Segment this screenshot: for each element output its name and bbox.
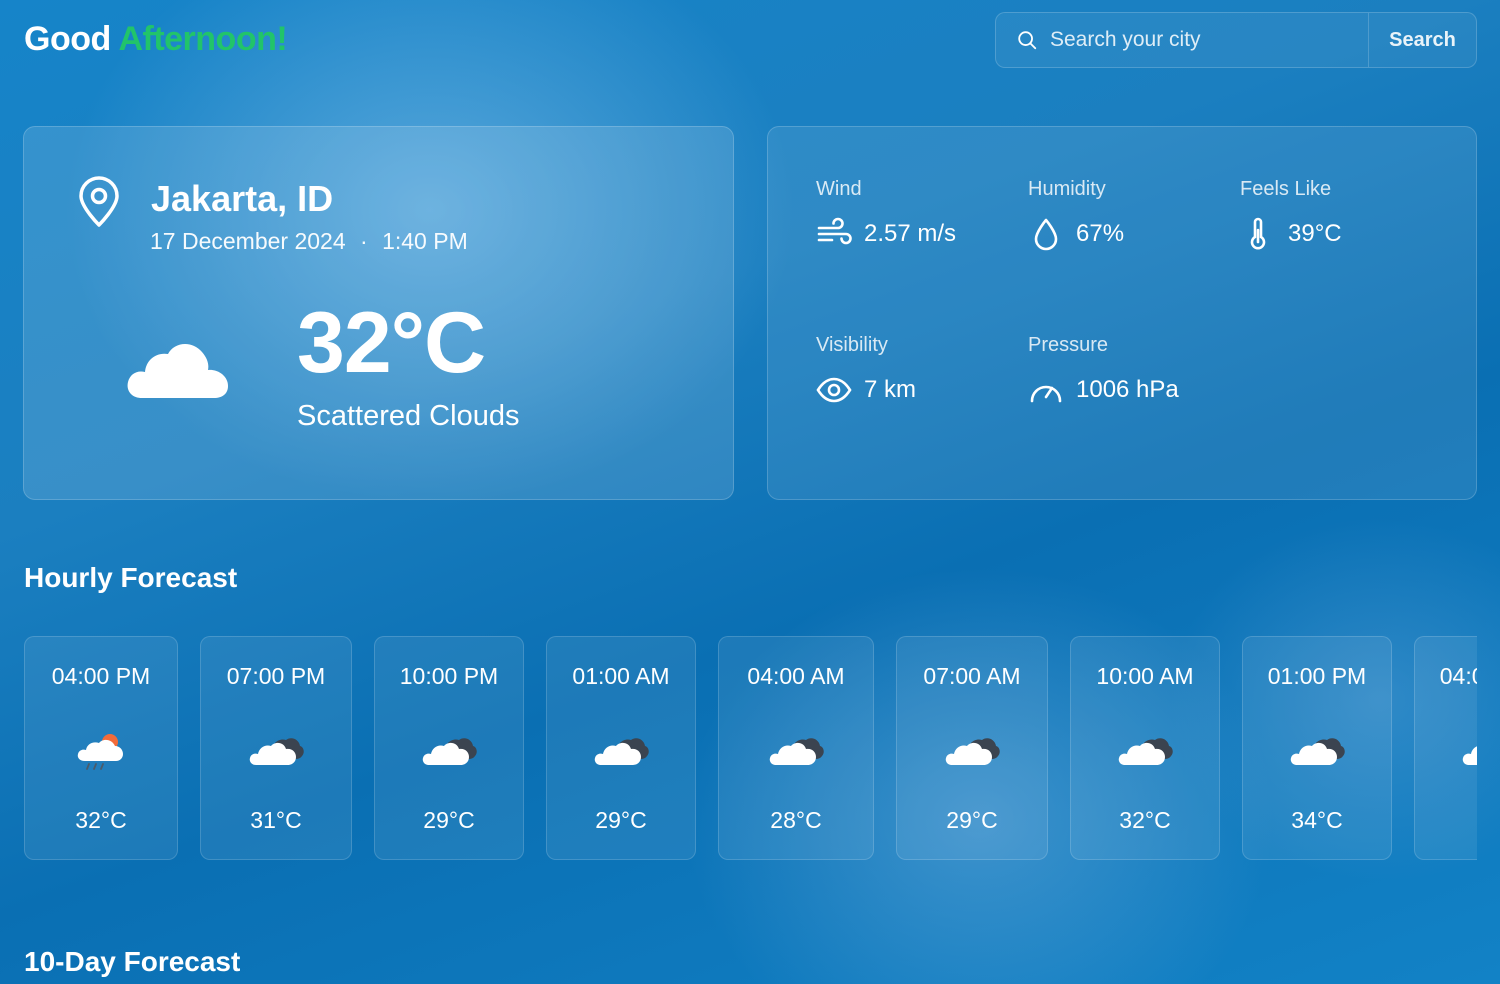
- broken-clouds-icon: [1462, 746, 1477, 765]
- hourly-time: 04:00 PM: [51, 663, 151, 689]
- hourly-time: 01:00 AM: [572, 663, 670, 689]
- ten-day-forecast-title: 10-Day Forecast: [24, 946, 241, 977]
- sun-rain-cloud-icon: [77, 734, 123, 770]
- hourly-temp: 29°C: [595, 807, 647, 833]
- hourly-card: 07:00 AM 29°C: [896, 636, 1048, 860]
- visibility-metric: Visibility 7 km: [816, 334, 916, 407]
- feels-like-metric: Feels Like 39°C: [1240, 178, 1342, 251]
- hourly-temp: 3: [1415, 807, 1477, 834]
- hourly-temp: 34°C: [1291, 807, 1343, 833]
- greeting-title: Good Afternoon!: [24, 20, 288, 59]
- broken-clouds-icon: [769, 738, 824, 765]
- hourly-card: 07:00 PM 31°C: [200, 636, 352, 860]
- pressure-metric: Pressure 1006 hPa: [1028, 334, 1179, 407]
- feels-like-value: 39°C: [1288, 220, 1342, 247]
- broken-clouds-icon: [1290, 738, 1345, 765]
- current-date: 17 December 2024: [150, 228, 346, 254]
- hourly-temp: 32°C: [1119, 807, 1171, 833]
- visibility-label: Visibility: [816, 334, 888, 356]
- humidity-value: 67%: [1076, 220, 1125, 247]
- pressure-value: 1006 hPa: [1076, 376, 1179, 403]
- hourly-time: 10:00 AM: [1096, 663, 1194, 689]
- wind-label: Wind: [816, 178, 862, 200]
- feels-like-label: Feels Like: [1240, 178, 1332, 200]
- hourly-time: 07:00 AM: [923, 663, 1021, 689]
- current-temperature: 32°C: [297, 295, 486, 391]
- hourly-card: 01:00 PM 34°C: [1242, 636, 1392, 860]
- search-button[interactable]: Search: [1368, 13, 1476, 67]
- broken-clouds-icon: [1118, 738, 1173, 765]
- hourly-time: 04:00 PM: [1439, 663, 1477, 689]
- broken-clouds-icon: [594, 738, 649, 765]
- cloud-icon: [127, 343, 228, 398]
- hourly-temp: 28°C: [770, 807, 822, 833]
- date-time-separator: ·: [360, 228, 368, 254]
- droplet-icon: [1034, 218, 1058, 251]
- hourly-forecast-title: Hourly Forecast: [24, 562, 238, 593]
- thermometer-icon: [1250, 217, 1266, 250]
- current-time: 1:40 PM: [382, 228, 468, 254]
- broken-clouds-icon: [422, 738, 477, 765]
- weather-condition: Scattered Clouds: [297, 400, 520, 432]
- hourly-card: 10:00 PM 29°C: [374, 636, 524, 860]
- location-pin-icon: [79, 176, 119, 227]
- date-time: 17 December 2024 · 1:40 PM: [150, 228, 468, 255]
- eye-icon: [816, 377, 852, 403]
- visibility-value: 7 km: [864, 376, 917, 403]
- broken-clouds-icon: [249, 738, 304, 765]
- greeting-accent: Afternoon!: [118, 20, 288, 58]
- greeting-prefix: Good: [24, 20, 111, 58]
- broken-clouds-icon: [945, 738, 1000, 765]
- hourly-time: 01:00 PM: [1267, 663, 1367, 689]
- wind-value: 2.57 m/s: [864, 220, 957, 247]
- hourly-card: 04:00 PM 32°C: [24, 636, 178, 860]
- hourly-time: 10:00 PM: [399, 663, 499, 689]
- hourly-forecast-list: 04:00 PM 32°C 07:00 PM 31°C 10:00 PM 29°…: [24, 636, 1477, 862]
- hourly-temp: 31°C: [250, 807, 302, 833]
- humidity-label: Humidity: [1028, 178, 1106, 200]
- hourly-card: 10:00 AM 32°C: [1070, 636, 1220, 860]
- hourly-time: 07:00 PM: [226, 663, 326, 689]
- search-input[interactable]: [1050, 13, 1368, 67]
- hourly-card: 04:00 PM 3: [1414, 636, 1477, 860]
- pressure-label: Pressure: [1028, 334, 1109, 356]
- location-name: Jakarta, ID: [151, 178, 334, 219]
- hourly-card: 01:00 AM 29°C: [546, 636, 696, 860]
- wind-icon: [817, 217, 852, 245]
- search-bar: Search: [995, 12, 1477, 68]
- hourly-temp: 29°C: [423, 807, 475, 833]
- search-icon: [1018, 31, 1037, 50]
- humidity-metric: Humidity 67%: [1028, 178, 1124, 251]
- hourly-time: 04:00 AM: [747, 663, 845, 689]
- wind-metric: Wind 2.57 m/s: [816, 178, 956, 251]
- hourly-temp: 29°C: [946, 807, 998, 833]
- hourly-temp: 32°C: [75, 807, 127, 833]
- hourly-card: 04:00 AM 28°C: [718, 636, 874, 860]
- gauge-icon: [1030, 385, 1062, 403]
